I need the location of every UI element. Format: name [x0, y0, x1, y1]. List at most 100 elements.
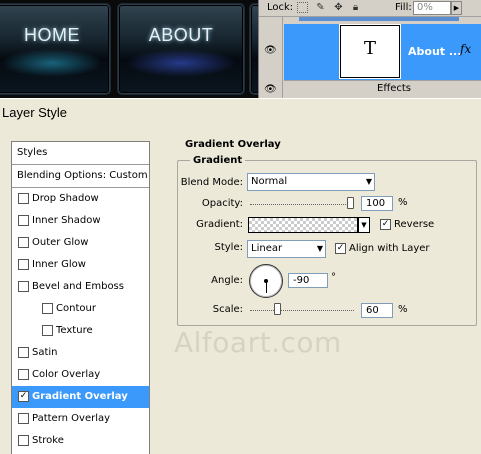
styles-list: Styles Blending Options: Custom Drop Sha…: [11, 141, 150, 454]
gradient-label: Gradient:: [196, 219, 243, 230]
style-item-checkbox[interactable]: [18, 369, 29, 380]
gradient-preview[interactable]: [248, 217, 358, 233]
lock-move-icon[interactable]: ✥: [333, 2, 344, 13]
about-button-label: ABOUT: [148, 25, 214, 45]
button-reflection: [125, 49, 237, 77]
style-item-label: Stroke: [32, 435, 64, 446]
align-with-layer-label: Align with Layer: [349, 243, 430, 254]
blend-mode-select[interactable]: Normal ▼: [247, 173, 375, 191]
style-label: Style:: [214, 242, 244, 253]
scale-input[interactable]: 60: [361, 303, 393, 318]
style-item-label: Satin: [32, 347, 58, 358]
style-item[interactable]: Outer Glow: [12, 232, 149, 254]
layer-row-top-edge: [299, 17, 459, 21]
style-item[interactable]: Stroke: [12, 430, 149, 452]
style-value: Linear: [251, 243, 283, 254]
watermark: Alfoart.com: [174, 326, 342, 359]
style-item[interactable]: Inner Shadow: [12, 210, 149, 232]
effects-label: Effects: [377, 83, 411, 94]
opacity-input[interactable]: 100: [361, 196, 393, 211]
style-item-checkbox[interactable]: [18, 435, 29, 446]
layers-panel: Lock: ✎ ✥ 🔒︎ Fill: 0% ▶ 👁︎ 👁︎ T About ..…: [258, 0, 481, 98]
dialog-title: Layer Style: [2, 105, 68, 120]
blend-mode-label: Blend Mode:: [180, 177, 243, 188]
style-item[interactable]: Satin: [12, 342, 149, 364]
group-title: Gradient: [190, 155, 246, 166]
style-item-label: Drop Shadow: [32, 193, 99, 204]
scale-label: Scale:: [212, 304, 243, 315]
lock-transparency-icon[interactable]: [297, 2, 308, 13]
angle-input[interactable]: -90: [288, 273, 328, 288]
style-item-checkbox[interactable]: [18, 193, 29, 204]
layer-row-about[interactable]: T About ... fx: [284, 24, 481, 80]
style-item-checkbox[interactable]: [42, 325, 53, 336]
fx-icon[interactable]: fx: [460, 42, 471, 56]
document-canvas: HOME ABOUT: [0, 0, 258, 98]
about-nav-button: ABOUT: [118, 4, 244, 94]
angle-dial[interactable]: [249, 264, 283, 298]
dialog-titlebar: Layer Style: [0, 98, 481, 126]
style-select[interactable]: Linear ▼: [247, 240, 326, 258]
lock-bar: Lock: ✎ ✥ 🔒︎ Fill: 0% ▶: [259, 0, 481, 17]
lock-label: Lock:: [267, 2, 294, 13]
fill-input[interactable]: 0%: [413, 1, 451, 15]
style-item-checkbox[interactable]: [18, 237, 29, 248]
opacity-percent: %: [398, 197, 408, 208]
fill-arrow-icon[interactable]: ▶: [451, 1, 462, 15]
style-item-checkbox[interactable]: ✓: [18, 391, 29, 402]
style-item[interactable]: Color Overlay: [12, 364, 149, 386]
type-layer-glyph: T: [363, 38, 376, 59]
style-item[interactable]: ✓ Gradient Overlay: [12, 386, 149, 408]
align-with-layer-checkbox[interactable]: ✓: [335, 243, 346, 254]
section-title: Gradient Overlay: [185, 139, 281, 150]
style-item-checkbox[interactable]: [18, 347, 29, 358]
style-item-label: Gradient Overlay: [32, 391, 128, 402]
style-item-label: Color Overlay: [32, 369, 101, 380]
styles-header-label: Styles: [17, 147, 48, 158]
style-item-label: Contour: [56, 303, 96, 314]
style-item[interactable]: Inner Glow: [12, 254, 149, 276]
home-nav-button: HOME: [0, 4, 110, 94]
style-item[interactable]: Texture: [12, 320, 149, 342]
effects-row[interactable]: Effects: [284, 80, 481, 98]
scale-slider-track[interactable]: [250, 310, 354, 311]
layer-name[interactable]: About ...: [408, 45, 461, 58]
opacity-slider-track[interactable]: [250, 204, 354, 205]
style-item-label: Pattern Overlay: [32, 413, 111, 424]
chevron-down-icon: ▼: [316, 244, 323, 253]
style-item[interactable]: Bevel and Emboss: [12, 276, 149, 298]
blending-options-item[interactable]: Blending Options: Custom: [12, 165, 149, 188]
angle-label: Angle:: [211, 275, 243, 286]
button-reflection: [1, 49, 103, 77]
reverse-label: Reverse: [394, 219, 435, 230]
style-item-label: Bevel and Emboss: [32, 281, 124, 292]
styles-header[interactable]: Styles: [12, 142, 149, 165]
eye-icon[interactable]: 👁︎: [264, 84, 277, 95]
style-item-label: Inner Shadow: [32, 215, 101, 226]
style-item[interactable]: Drop Shadow: [12, 188, 149, 210]
lock-brush-icon[interactable]: ✎: [315, 2, 326, 13]
style-item-label: Texture: [56, 325, 93, 336]
degree-sign: °: [331, 272, 336, 283]
style-item[interactable]: Contour: [12, 298, 149, 320]
scale-slider-thumb[interactable]: [274, 303, 282, 315]
opacity-slider-thumb[interactable]: [347, 197, 354, 209]
type-layer-thumbnail: T: [339, 24, 401, 79]
style-item-checkbox[interactable]: [18, 281, 29, 292]
lock-all-icon[interactable]: 🔒︎: [350, 2, 361, 13]
style-item[interactable]: Pattern Overlay: [12, 408, 149, 430]
blend-mode-value: Normal: [251, 176, 288, 187]
style-item-checkbox[interactable]: [18, 413, 29, 424]
angle-dial-center: [264, 279, 268, 283]
chevron-down-icon: ▼: [365, 177, 372, 186]
style-item-checkbox[interactable]: [18, 215, 29, 226]
partial-nav-button: [250, 4, 258, 94]
visibility-column: 👁︎ 👁︎: [259, 17, 283, 98]
eye-icon[interactable]: 👁︎: [264, 45, 277, 56]
style-item-checkbox[interactable]: [18, 259, 29, 270]
scale-percent: %: [398, 304, 408, 315]
style-item-checkbox[interactable]: [42, 303, 53, 314]
reverse-checkbox[interactable]: ✓: [380, 219, 391, 230]
opacity-label: Opacity:: [201, 198, 243, 209]
gradient-dropdown-icon[interactable]: ▼: [358, 217, 370, 233]
